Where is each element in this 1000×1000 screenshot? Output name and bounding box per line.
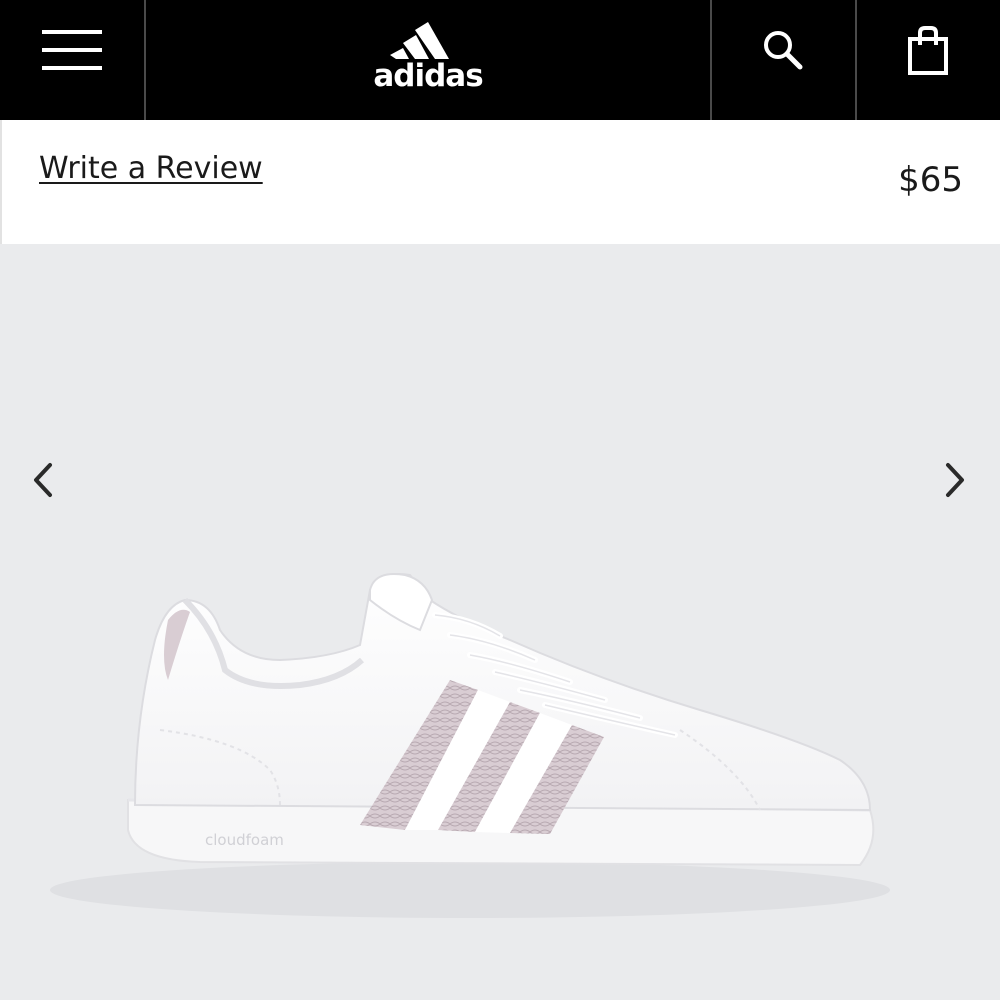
chevron-right-icon [946, 463, 964, 497]
search-icon [763, 31, 802, 70]
top-navigation-bar: adidas [0, 0, 1000, 120]
next-image-button[interactable] [930, 455, 980, 505]
menu-icon [42, 30, 102, 70]
menu-button[interactable] [0, 0, 146, 120]
shopping-bag-button[interactable] [857, 0, 1000, 120]
brand-logo[interactable]: adidas [146, 0, 712, 120]
write-review-link[interactable]: Write a Review [39, 151, 263, 186]
previous-image-button[interactable] [18, 455, 68, 505]
brand-name: adidas [373, 57, 483, 94]
sole-brand-text: cloudfoam [205, 831, 284, 849]
shopping-bag-icon [907, 26, 948, 75]
chevron-left-icon [34, 463, 52, 497]
product-image-sneaker: cloudfoam [50, 573, 890, 918]
search-button[interactable] [712, 0, 857, 120]
adidas-performance-logo-icon [389, 21, 449, 59]
product-price: $65 [898, 160, 963, 200]
